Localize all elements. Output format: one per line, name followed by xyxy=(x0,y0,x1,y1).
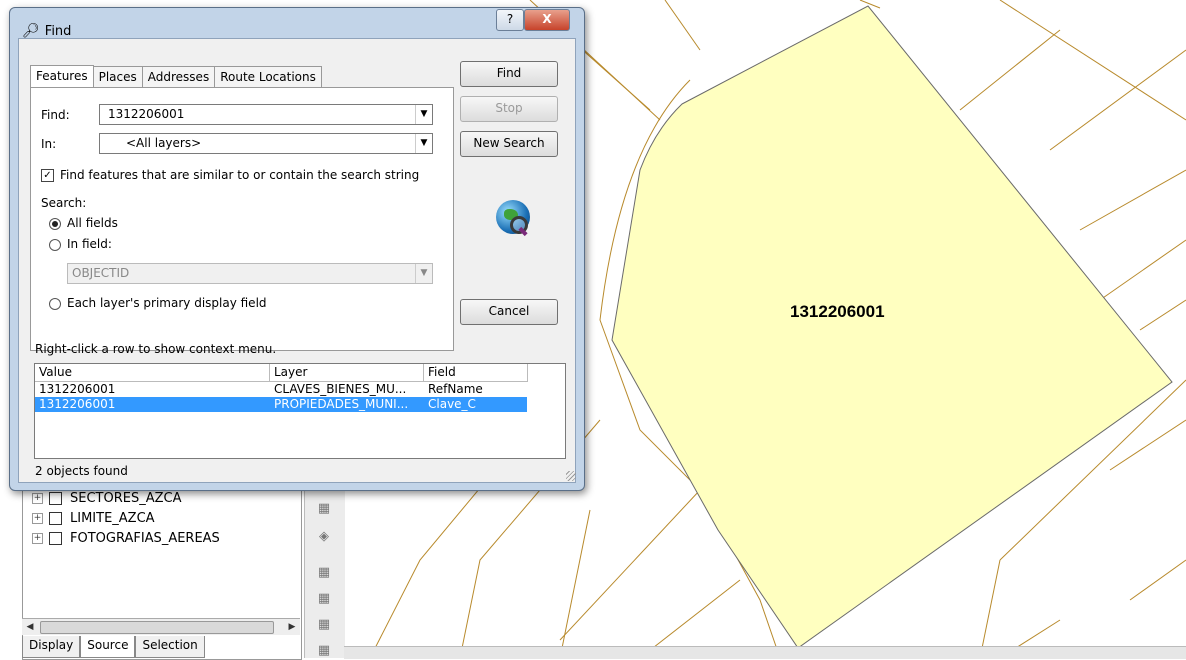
tool-icon[interactable]: ◈ xyxy=(315,528,333,546)
chevron-down-icon[interactable]: ▼ xyxy=(415,134,432,153)
toc-layer-sectores[interactable]: + SECTORES_AZCA xyxy=(32,489,181,507)
scroll-thumb[interactable] xyxy=(40,621,274,634)
boundary-line xyxy=(979,559,1001,658)
similar-checkbox[interactable]: ✓ xyxy=(41,169,54,182)
radio-label: In field: xyxy=(67,237,112,251)
stop-button[interactable]: Stop xyxy=(460,96,558,122)
tab-places[interactable]: Places xyxy=(92,66,143,87)
dialog-title: Find xyxy=(44,23,72,39)
find-button[interactable]: Find xyxy=(460,61,558,87)
dialog-titlebar: 🔎︎ Find xyxy=(22,23,71,39)
boundary-line xyxy=(1049,49,1186,151)
cell-layer: PROPIEDADES_MUNI... xyxy=(274,397,409,411)
cancel-button[interactable]: Cancel xyxy=(460,299,558,325)
status-text: 2 objects found xyxy=(35,464,128,478)
boundary-line xyxy=(664,0,701,51)
tab-route-locations[interactable]: Route Locations xyxy=(214,66,322,87)
tool-icon[interactable]: ▦ xyxy=(315,500,333,518)
binoculars-icon: 🔎︎ xyxy=(22,23,40,39)
column-header-layer[interactable]: Layer xyxy=(270,364,424,382)
toc-layer-limite[interactable]: + LIMITE_AZCA xyxy=(32,509,155,527)
cell-value: 1312206001 xyxy=(39,382,116,396)
column-header-field[interactable]: Field xyxy=(424,364,528,382)
radio-primary-field[interactable]: Each layer's primary display field xyxy=(49,296,267,310)
in-layer-value: <All layers> xyxy=(126,136,202,150)
parcel-label: 1312206001 xyxy=(790,302,885,321)
boundary-line xyxy=(999,0,1186,121)
expand-icon[interactable]: + xyxy=(32,512,43,524)
boundary-line xyxy=(1079,169,1186,231)
globe-search-icon xyxy=(496,200,530,237)
new-search-button[interactable]: New Search xyxy=(460,131,558,157)
resize-grip-icon[interactable] xyxy=(566,471,576,481)
radio-button[interactable] xyxy=(49,217,61,230)
in-label: In: xyxy=(41,137,57,151)
features-panel: Find: 1312206001 ▼ In: <All layers> ▼ ✓ F… xyxy=(30,87,454,351)
layer-name: LIMITE_AZCA xyxy=(70,510,155,526)
context-hint: Right-click a row to show context menu. xyxy=(35,342,277,356)
search-label: Search: xyxy=(41,196,87,210)
boundary-line xyxy=(559,489,701,641)
tool-icon[interactable]: ▦ xyxy=(315,642,333,660)
field-value: OBJECTID xyxy=(72,266,130,280)
layer-checkbox[interactable] xyxy=(49,511,62,525)
vertical-toolbar: ▦ ◈ ▦ ▦ ▦ ▦ xyxy=(304,480,345,658)
table-row[interactable]: 1312206001 CLAVES_BIENES_MU... RefName xyxy=(35,382,527,397)
tool-icon[interactable]: ▦ xyxy=(315,564,333,582)
close-button[interactable]: X xyxy=(524,9,570,31)
cell-layer: CLAVES_BIENES_MU... xyxy=(274,382,407,396)
toc-horizontal-scrollbar[interactable]: ◀ ▶ xyxy=(22,618,300,635)
boundary-line xyxy=(859,0,881,9)
radio-button[interactable] xyxy=(49,238,61,251)
column-header-value[interactable]: Value xyxy=(35,364,270,382)
tool-icon[interactable]: ▦ xyxy=(315,616,333,634)
selected-parcel xyxy=(611,5,1173,649)
cell-field: Clave_C xyxy=(428,397,476,411)
chevron-down-icon[interactable]: ▼ xyxy=(415,264,432,283)
layer-name: FOTOGRAFIAS_AEREAS xyxy=(70,530,220,546)
layer-name: SECTORES_AZCA xyxy=(70,490,182,506)
boundary-line xyxy=(1109,419,1186,471)
boundary-line xyxy=(1129,559,1186,601)
table-row[interactable]: 1312206001 PROPIEDADES_MUNI... Clave_C xyxy=(35,397,527,412)
tab-features[interactable]: Features xyxy=(30,65,94,88)
bottom-toolbar xyxy=(344,646,1186,659)
find-label: Find: xyxy=(41,108,70,122)
radio-label: All fields xyxy=(67,216,118,230)
tool-icon[interactable]: ▦ xyxy=(315,590,333,608)
expand-icon[interactable]: + xyxy=(32,532,43,544)
expand-icon[interactable]: + xyxy=(32,492,43,504)
boundary-line xyxy=(559,509,591,658)
cell-field: RefName xyxy=(428,382,483,396)
layer-checkbox[interactable] xyxy=(49,531,62,545)
layer-checkbox[interactable] xyxy=(49,491,62,505)
boundary-line xyxy=(1099,239,1186,301)
scroll-left-icon[interactable]: ◀ xyxy=(22,619,38,635)
radio-button[interactable] xyxy=(49,297,61,310)
dialog-tabs: Features Places Addresses Route Location… xyxy=(30,65,322,89)
in-layer-select[interactable]: <All layers> ▼ xyxy=(99,133,433,154)
tab-source[interactable]: Source xyxy=(80,636,136,658)
tab-selection[interactable]: Selection xyxy=(135,636,205,658)
toc-tabs: Display Source Selection xyxy=(22,636,205,658)
find-combobox[interactable]: 1312206001 ▼ xyxy=(99,104,433,125)
help-button[interactable]: ? xyxy=(496,9,524,31)
boundary-line xyxy=(1139,299,1186,331)
boundary-line xyxy=(959,29,1061,111)
chevron-down-icon[interactable]: ▼ xyxy=(415,105,432,124)
radio-all-fields[interactable]: All fields xyxy=(49,216,118,230)
find-input[interactable]: 1312206001 xyxy=(100,107,184,121)
similar-checkbox-label: Find features that are similar to or con… xyxy=(60,168,420,182)
radio-label: Each layer's primary display field xyxy=(67,296,267,310)
radio-in-field[interactable]: In field: xyxy=(49,237,112,251)
similar-option[interactable]: ✓ Find features that are similar to or co… xyxy=(41,168,419,182)
tab-addresses[interactable]: Addresses xyxy=(141,66,216,87)
cell-value: 1312206001 xyxy=(39,397,116,411)
toc-layer-fotografias[interactable]: + FOTOGRAFIAS_AEREAS xyxy=(32,529,220,547)
results-list[interactable]: Value Layer Field 1312206001 CLAVES_BIEN… xyxy=(34,363,566,459)
tab-display[interactable]: Display xyxy=(22,636,81,658)
field-select[interactable]: OBJECTID ▼ xyxy=(67,263,433,284)
find-dialog: 🔎︎ Find ? X Features Places Addresses Ro… xyxy=(9,7,585,491)
scroll-right-icon[interactable]: ▶ xyxy=(284,619,300,635)
